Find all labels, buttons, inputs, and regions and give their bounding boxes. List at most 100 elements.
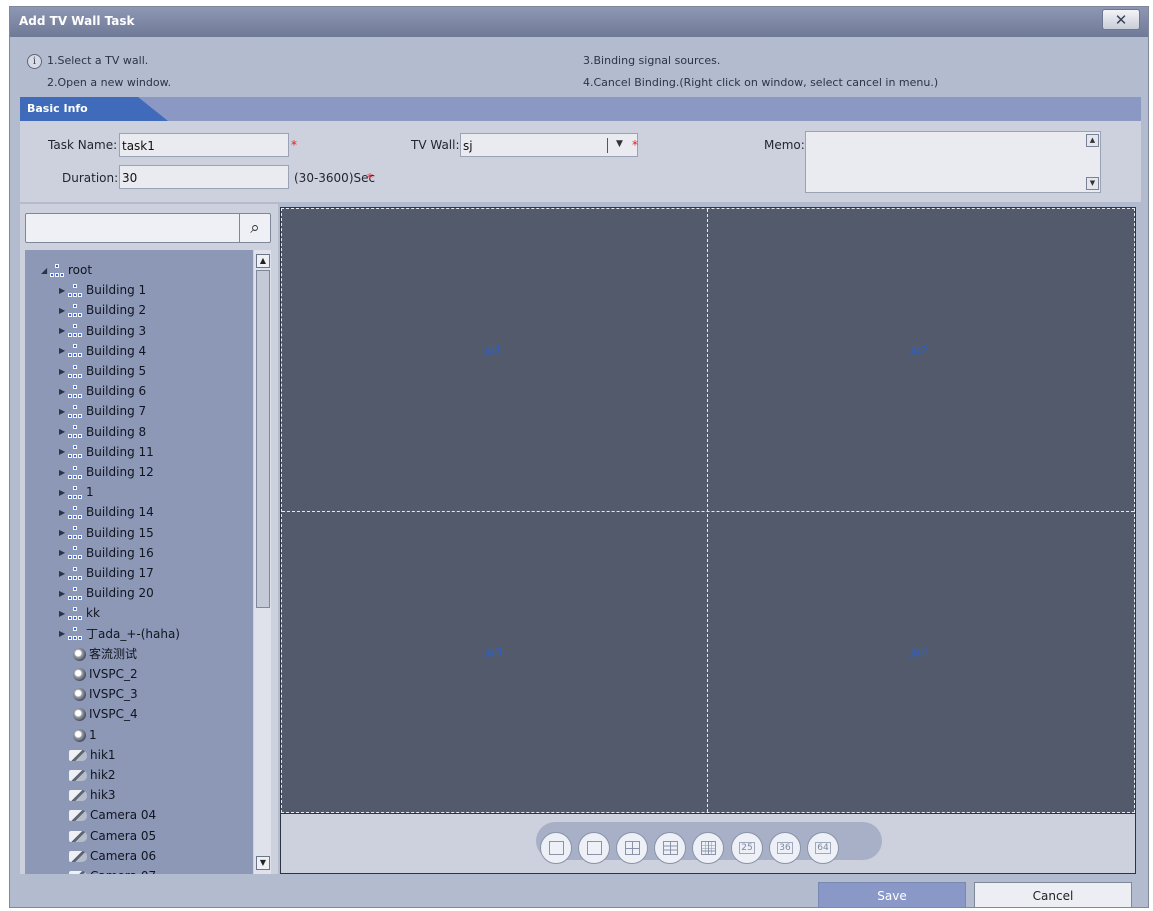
tree-node-label: Camera 05 (90, 828, 157, 843)
tree-node-label: Building 17 (86, 566, 154, 580)
dome-camera-icon (73, 647, 86, 661)
layout-4-icon (586, 841, 602, 855)
tree-node-organization[interactable]: ▶ Building 7 (59, 401, 146, 421)
layout-64-button[interactable]: 64 (807, 832, 839, 864)
tree-node-camera[interactable]: IVSPC_2 (73, 664, 138, 684)
layout-16-button[interactable] (692, 832, 724, 864)
tv-wall-canvas[interactable]: 屏1 屏2 屏3 屏4 (280, 207, 1136, 814)
scroll-down-icon[interactable]: ▼ (1086, 177, 1099, 190)
bullet-camera-icon (69, 810, 87, 822)
close-button[interactable]: ✕ (1102, 9, 1140, 30)
scroll-up-icon[interactable]: ▲ (256, 254, 270, 268)
search-icon: ⌕ (250, 218, 260, 238)
tree-node-organization[interactable]: ▶ Building 17 (59, 563, 154, 583)
expand-arrow-icon[interactable]: ▶ (59, 523, 68, 543)
expand-arrow-icon[interactable]: ▶ (59, 463, 68, 483)
tree-node-camera[interactable]: Camera 07 (69, 866, 156, 874)
tree-node-label: root (68, 263, 93, 277)
screen-2-label: 屏2 (910, 344, 928, 357)
layout-36-icon: 36 (777, 842, 793, 854)
organization-icon (68, 485, 84, 500)
expand-arrow-icon[interactable]: ▶ (59, 281, 68, 301)
layout-6-button[interactable] (616, 832, 648, 864)
expand-arrow-icon[interactable]: ▶ (59, 362, 68, 382)
tree-node-camera[interactable]: 客流测试 (73, 644, 137, 664)
layout-8-icon (662, 841, 678, 855)
expand-arrow-icon[interactable]: ▶ (59, 584, 68, 604)
tree-node-label: IVSPC_4 (89, 707, 138, 722)
tree-node-root[interactable]: ◢ root (41, 260, 92, 280)
tree-node-label: Camera 07 (90, 869, 156, 874)
layout-1-button[interactable] (540, 832, 572, 864)
expand-arrow-icon[interactable]: ▶ (59, 624, 68, 644)
tree-node-organization[interactable]: ▶ Building 6 (59, 381, 146, 401)
device-search-input[interactable]: ⌕ (25, 213, 271, 243)
scroll-thumb[interactable] (256, 270, 270, 608)
tree-node-organization[interactable]: ▶ Building 14 (59, 502, 154, 522)
required-mark: * (632, 138, 638, 152)
expand-arrow-icon[interactable]: ▶ (59, 341, 68, 361)
expand-arrow-icon[interactable]: ▶ (59, 604, 68, 624)
tree-node-label: Building 20 (86, 586, 154, 601)
tree-node-label: Building 4 (86, 343, 147, 358)
tree-node-organization[interactable]: ▶ Building 2 (59, 300, 146, 320)
expand-arrow-icon[interactable]: ▶ (59, 321, 68, 341)
tree-node-camera[interactable]: hik2 (69, 765, 116, 785)
tree-node-camera[interactable]: hik3 (69, 785, 116, 805)
tree-node-organization[interactable]: ▶ 1 (59, 482, 94, 502)
cancel-button[interactable]: Cancel (974, 882, 1132, 907)
layout-8-button[interactable] (654, 832, 686, 864)
save-button[interactable]: Save (818, 882, 966, 907)
layout-4-button[interactable] (578, 832, 610, 864)
expand-arrow-icon[interactable]: ▶ (59, 543, 68, 563)
tree-node-organization[interactable]: ▶ Building 3 (59, 321, 146, 341)
tree-scrollbar[interactable]: ▲ ▼ (254, 250, 271, 874)
expand-arrow-icon[interactable]: ▶ (59, 382, 68, 402)
expand-arrow-icon[interactable]: ▶ (59, 483, 68, 503)
tree-node-organization[interactable]: ▶ Building 8 (59, 422, 146, 442)
expand-arrow-icon[interactable]: ▶ (59, 503, 68, 523)
tree-node-organization[interactable]: ▶ Building 4 (59, 341, 146, 361)
dropdown-separator (607, 138, 608, 153)
tree-node-camera[interactable]: Camera 04 (69, 805, 156, 825)
expand-arrow-icon[interactable]: ▶ (59, 422, 68, 442)
duration-input[interactable]: 30 (119, 165, 289, 189)
tree-node-camera[interactable]: Camera 06 (69, 846, 156, 866)
layout-36-button[interactable]: 36 (769, 832, 801, 864)
tv-wall-select[interactable]: sj ▼ (460, 133, 638, 157)
tree-node-organization[interactable]: ▶ Building 16 (59, 543, 154, 563)
tree-node-camera[interactable]: IVSPC_4 (73, 704, 138, 724)
tree-node-organization[interactable]: ▶ Building 20 (59, 583, 154, 603)
duration-hint: (30-3600)Sec (294, 171, 376, 185)
tree-node-camera[interactable]: Camera 05 (69, 826, 156, 846)
tree-node-organization[interactable]: ▶ Building 11 (59, 442, 154, 462)
tree-node-camera[interactable]: 1 (73, 725, 97, 745)
tree-node-label: hik1 (90, 747, 116, 762)
scroll-up-icon[interactable]: ▲ (1086, 134, 1099, 147)
tree-node-organization[interactable]: ▶ Building 12 (59, 462, 154, 482)
scroll-down-icon[interactable]: ▼ (256, 856, 270, 870)
memo-textarea[interactable]: ▲ ▼ (805, 131, 1101, 193)
organization-icon (50, 263, 66, 278)
tree-node-camera[interactable]: hik1 (69, 745, 116, 765)
device-tree[interactable]: ◢ root ▶ Building 1 ▶ Building 2 ▶ Building 3 ▶ B… (25, 250, 253, 874)
tree-node-organization[interactable]: ▶ kk (59, 603, 100, 623)
tree-node-organization[interactable]: ▶ Building 1 (59, 280, 146, 300)
bullet-camera-icon (69, 770, 87, 781)
task-name-input[interactable]: task1 (119, 133, 289, 157)
tree-node-organization[interactable]: ▶ Building 15 (59, 523, 154, 543)
tree-node-label: Building 6 (86, 384, 147, 399)
tree-node-camera[interactable]: IVSPC_3 (73, 684, 138, 704)
collapse-arrow-icon[interactable]: ◢ (41, 261, 50, 281)
layout-25-button[interactable]: 25 (731, 832, 763, 864)
search-button[interactable]: ⌕ (239, 214, 270, 242)
tree-node-organization[interactable]: ▶ Building 5 (59, 361, 146, 381)
screen-1-label: 屏1 (484, 344, 502, 357)
expand-arrow-icon[interactable]: ▶ (59, 564, 68, 584)
screen-divider (282, 511, 1134, 512)
tree-node-organization[interactable]: ▶ 丁ada_+-(haha) (59, 624, 180, 644)
expand-arrow-icon[interactable]: ▶ (59, 402, 68, 422)
expand-arrow-icon[interactable]: ▶ (59, 442, 68, 462)
expand-arrow-icon[interactable]: ▶ (59, 301, 68, 321)
organization-icon (68, 364, 84, 379)
